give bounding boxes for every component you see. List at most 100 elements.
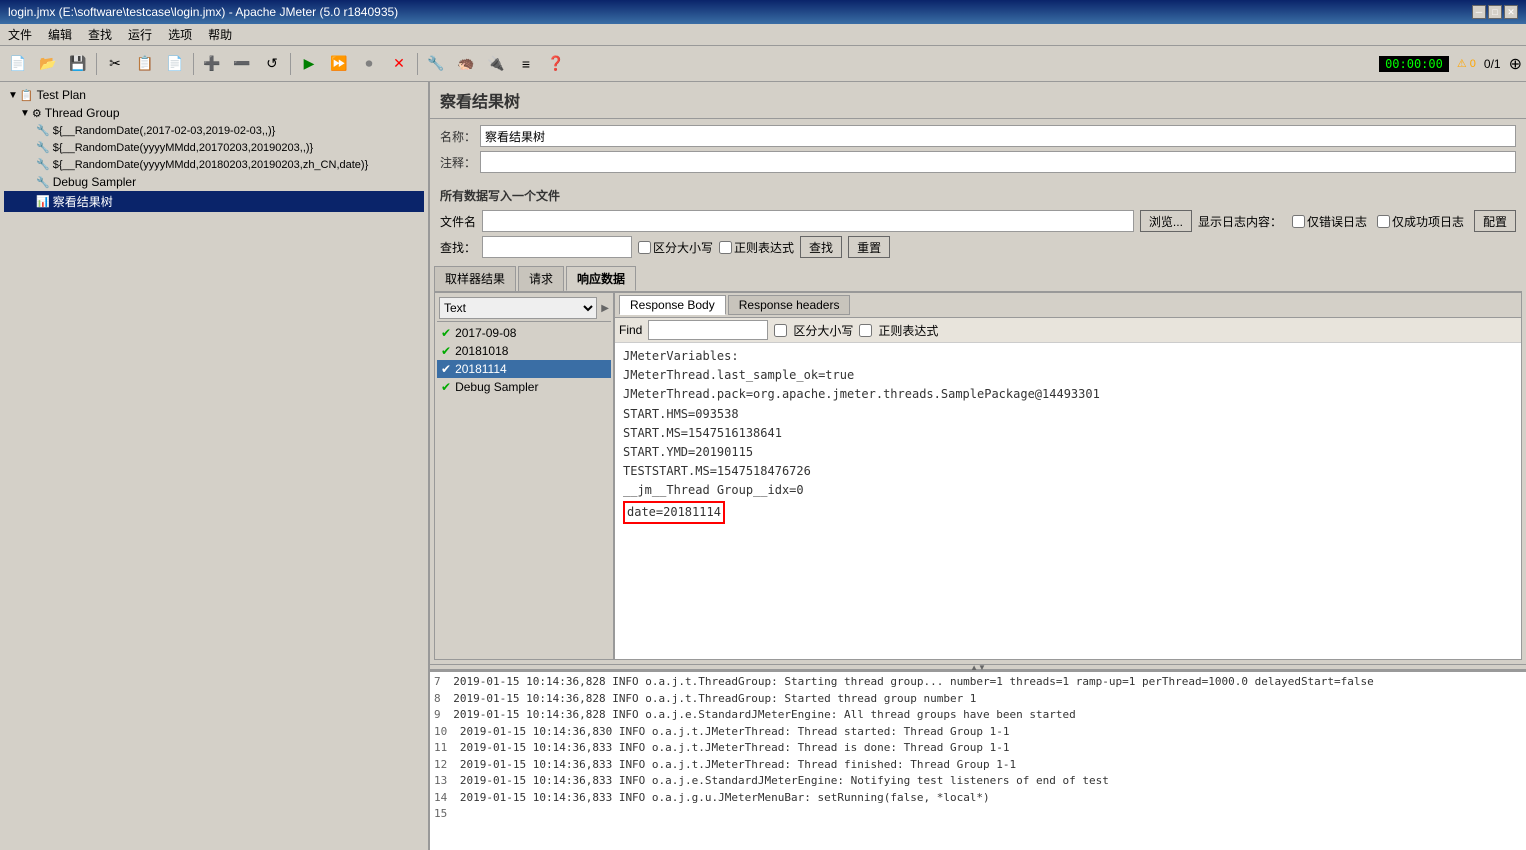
tab-response-data[interactable]: 响应数据 (566, 266, 636, 291)
menu-file[interactable]: 文件 (4, 25, 36, 44)
new-button[interactable]: 📄 (4, 51, 32, 77)
log-line-9: 9 2019-01-15 10:14:36,828 INFO o.a.j.e.S… (434, 707, 1522, 724)
error-log-checkbox[interactable] (1292, 215, 1305, 228)
log-line-10: 10 2019-01-15 10:14:36,830 INFO o.a.j.t.… (434, 724, 1522, 741)
find-regex-checkbox[interactable] (859, 324, 872, 337)
list-label-4: Debug Sampler (455, 380, 538, 394)
log-area: 7 2019-01-15 10:14:36,828 INFO o.a.j.t.T… (430, 670, 1526, 850)
help-icon-button[interactable]: ❓ (542, 51, 570, 77)
warning-badge: ⚠ 0 (1457, 57, 1476, 70)
tab-sampler-result[interactable]: 取样器结果 (434, 266, 516, 291)
menu-run[interactable]: 运行 (124, 25, 156, 44)
comment-row: 注释： (440, 151, 1516, 173)
search-label: 查找： (440, 239, 476, 256)
tool3-button[interactable]: 🔌 (482, 51, 510, 77)
find-case-checkbox[interactable] (774, 324, 787, 337)
tool1-button[interactable]: 🔧 (422, 51, 450, 77)
menu-edit[interactable]: 编辑 (44, 25, 76, 44)
comment-input[interactable] (480, 151, 1516, 173)
paste-button[interactable]: 📄 (161, 51, 189, 77)
tree-item-random2[interactable]: 🔧 ${__RandomDate(yyyyMMdd,20170203,20190… (4, 139, 424, 156)
tab-request[interactable]: 请求 (518, 266, 564, 291)
split-view: Text ▶ ✔ 2017-09-08 ✔ 20181018 ✔ (434, 292, 1522, 660)
menu-bar: 文件 编辑 查找 运行 选项 帮助 (0, 24, 1526, 46)
find-bar: Find 区分大小写 正则表达式 (615, 318, 1521, 343)
cut-button[interactable]: ✂ (101, 51, 129, 77)
start-no-pause-button[interactable]: ⏩ (325, 51, 353, 77)
error-log-label: 仅错误日志 (1307, 213, 1367, 230)
separator-3 (290, 53, 291, 75)
expand-button[interactable]: ⊕ (1509, 54, 1522, 74)
maximize-button[interactable]: □ (1488, 5, 1502, 19)
start-button[interactable]: ▶ (295, 51, 323, 77)
regex-item: 正则表达式 (719, 239, 794, 256)
tree-label-test-plan: Test Plan (37, 88, 86, 102)
success-log-label: 仅成功项日志 (1392, 213, 1464, 230)
tree-item-random3[interactable]: 🔧 ${__RandomDate(yyyyMMdd,20180203,20190… (4, 156, 424, 173)
response-line-6: TESTSTART.MS=1547518476726 (623, 462, 1513, 481)
tree-item-random1[interactable]: 🔧 ${__RandomDate(,2017-02-03,2019-02-03,… (4, 122, 424, 139)
log-text-14: 2019-01-15 10:14:36,833 INFO o.a.j.g.u.J… (460, 791, 990, 804)
remove-button[interactable]: ➖ (228, 51, 256, 77)
case-sensitive-checkbox[interactable] (638, 241, 651, 254)
menu-options[interactable]: 选项 (164, 25, 196, 44)
browse-button[interactable]: 浏览... (1140, 210, 1192, 232)
tree-label-random2: ${__RandomDate(yyyyMMdd,20170203,2019020… (53, 142, 314, 154)
list-entry-1[interactable]: ✔ 2017-09-08 (437, 324, 611, 342)
log-label-area: 显示日志内容： 仅错误日志 仅成功项日志 配置 (1198, 210, 1516, 232)
regex-checkbox[interactable] (719, 241, 732, 254)
response-line-2: JMeterThread.pack=org.apache.jmeter.thre… (623, 385, 1513, 404)
form-area: 名称： 注释： (430, 119, 1526, 183)
copy-button[interactable]: 📋 (131, 51, 159, 77)
search-input[interactable] (482, 236, 632, 258)
open-button[interactable]: 📂 (34, 51, 62, 77)
minimize-button[interactable]: ─ (1472, 5, 1486, 19)
close-button[interactable]: ✕ (1504, 5, 1518, 19)
tree-item-debug-sampler[interactable]: 🔧 Debug Sampler (4, 173, 424, 191)
add-button[interactable]: ➕ (198, 51, 226, 77)
top-tabs: 取样器结果 请求 响应数据 (434, 264, 1522, 292)
log-num-15: 15 (434, 807, 447, 820)
save-button[interactable]: 💾 (64, 51, 92, 77)
tree-item-view-results[interactable]: 📊 察看结果树 (4, 191, 424, 212)
log-num-11: 11 (434, 741, 447, 754)
panel-header: 察看结果树 (430, 82, 1526, 119)
find-button[interactable]: 查找 (800, 236, 842, 258)
tree-item-thread-group[interactable]: ▼ ⚙ Thread Group (4, 104, 424, 122)
list-entry-4[interactable]: ✔ Debug Sampler (437, 378, 611, 396)
toggle-thread-group[interactable]: ▼ (20, 108, 30, 119)
find-regex-label: 正则表达式 (878, 322, 938, 339)
reset-search-button[interactable]: 重置 (848, 236, 890, 258)
log-text-11: 2019-01-15 10:14:36,833 INFO o.a.j.t.JMe… (460, 741, 1010, 754)
list-entry-3[interactable]: ✔ 20181114 (437, 360, 611, 378)
format-dropdown[interactable]: Text (439, 297, 597, 319)
search-row: 查找： 区分大小写 正则表达式 查找 重置 (430, 234, 1526, 260)
separator-1 (96, 53, 97, 75)
name-input[interactable] (480, 125, 1516, 147)
reset-button[interactable]: ↺ (258, 51, 286, 77)
title-bar: login.jmx (E:\software\testcase\login.jm… (0, 0, 1526, 24)
random3-icon: 🔧 (36, 158, 50, 171)
sub-tab-response-body[interactable]: Response Body (619, 295, 726, 315)
tree-label-random1: ${__RandomDate(,2017-02-03,2019-02-03,,)… (53, 125, 276, 137)
success-log-checkbox[interactable] (1377, 215, 1390, 228)
stop-button[interactable]: ⏺ (355, 51, 383, 77)
list-entry-2[interactable]: ✔ 20181018 (437, 342, 611, 360)
menu-find[interactable]: 查找 (84, 25, 116, 44)
tree-item-test-plan[interactable]: ▼ 📋 Test Plan (4, 86, 424, 104)
log-text-7: 2019-01-15 10:14:36,828 INFO o.a.j.t.Thr… (453, 675, 1374, 688)
toggle-test-plan[interactable]: ▼ (8, 90, 18, 101)
tool4-button[interactable]: ≡ (512, 51, 540, 77)
tool2-button[interactable]: 🦔 (452, 51, 480, 77)
find-input[interactable] (648, 320, 768, 340)
regex-label: 正则表达式 (734, 239, 794, 256)
sub-tab-response-headers[interactable]: Response headers (728, 295, 851, 315)
find-label: Find (619, 323, 642, 337)
tree-label-view-results: 察看结果树 (53, 193, 113, 210)
shutdown-button[interactable]: ✕ (385, 51, 413, 77)
menu-help[interactable]: 帮助 (204, 25, 236, 44)
list-label-1: 2017-09-08 (455, 326, 516, 340)
config-button[interactable]: 配置 (1474, 210, 1516, 232)
file-input[interactable] (482, 210, 1134, 232)
response-content: JMeterVariables: JMeterThread.last_sampl… (615, 343, 1521, 659)
